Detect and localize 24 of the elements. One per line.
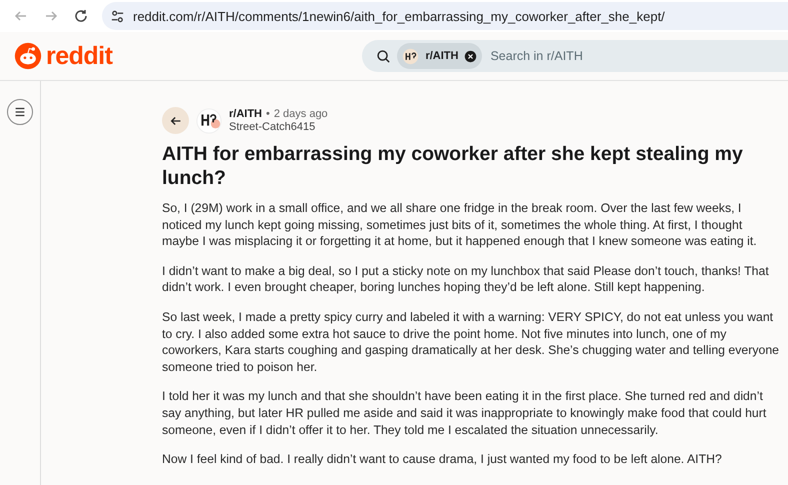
- post-paragraph: So last week, I made a pretty spicy curry and labeled it with a warning: VERY SPICY, do not eat unless you want to cry. I also added some extra hot sauce to drive the point home. Not five minutes into lunch, one of my coworkers, Kara starts coughing and gasping dramatically at her desk. She’s chugging water and telling everyone someone tried to poison her.: [162, 308, 780, 376]
- subreddit-link[interactable]: r/AITH: [229, 108, 262, 120]
- community-chip[interactable]: r/AITH: [397, 43, 482, 69]
- back-button[interactable]: [162, 107, 189, 134]
- menu-icon: [13, 105, 27, 119]
- post-title: AITH for embarrassing my coworker after she kept stealing my lunch?: [162, 142, 744, 190]
- post-paragraph: So, I (29M) work in a small office, and we all share one fridge in the break room. Over the last few weeks, I noticed my lunch kept going missing, sometimes just bits of it, sometimes the whole thing. At first, I thought maybe I was misplacing it or forgetting it at home, but it happened enough that I knew someone was eating it.: [162, 200, 758, 250]
- menu-button[interactable]: [7, 99, 33, 125]
- reload-icon[interactable]: [73, 8, 89, 24]
- post-paragraph: Now I feel kind of bad. I really didn’t want to cause drama, I just wanted my food to be left alone. AITH?: [162, 451, 723, 468]
- reddit-logo-icon[interactable]: [14, 42, 42, 70]
- post-paragraph: I told her it was my lunch and that she shouldn’t have been eating it in the first place. She turned red and didn’t say anything, but later HR pulled me aside and said it was inappropriate to knowingly make food that could hurt someone, even if I didn’t offer it to her. They told me I escalated the situation unnecessarily.: [162, 388, 768, 438]
- address-bar[interactable]: reddit.com/r/AITH/comments/1newin6/aith_for_embarrassing_my_coworker_after_she_kept/: [102, 2, 788, 30]
- close-icon[interactable]: [464, 50, 478, 62]
- separator-dot: •: [266, 108, 270, 120]
- url-text: reddit.com/r/AITH/comments/1newin6/aith_for_embarrassing_my_coworker_after_she_kept/: [133, 8, 665, 24]
- community-avatar-icon: [402, 48, 420, 64]
- author-link[interactable]: Street-Catch6415: [229, 120, 328, 134]
- site-settings-icon[interactable]: [110, 8, 125, 24]
- search-icon: [376, 48, 392, 64]
- search-field[interactable]: r/AITH Search in r/AITH: [362, 40, 788, 72]
- post-time: 2 days ago: [274, 108, 328, 120]
- post-paragraph: I didn’t want to make a big deal, so I put a sticky note on my lunchbox that said Please don’t touch, thanks! That didn’t work. I even brought cheaper, boring lunches hoping they’d be left alone. Still kept happening.: [162, 262, 770, 296]
- community-avatar-icon[interactable]: [196, 108, 222, 134]
